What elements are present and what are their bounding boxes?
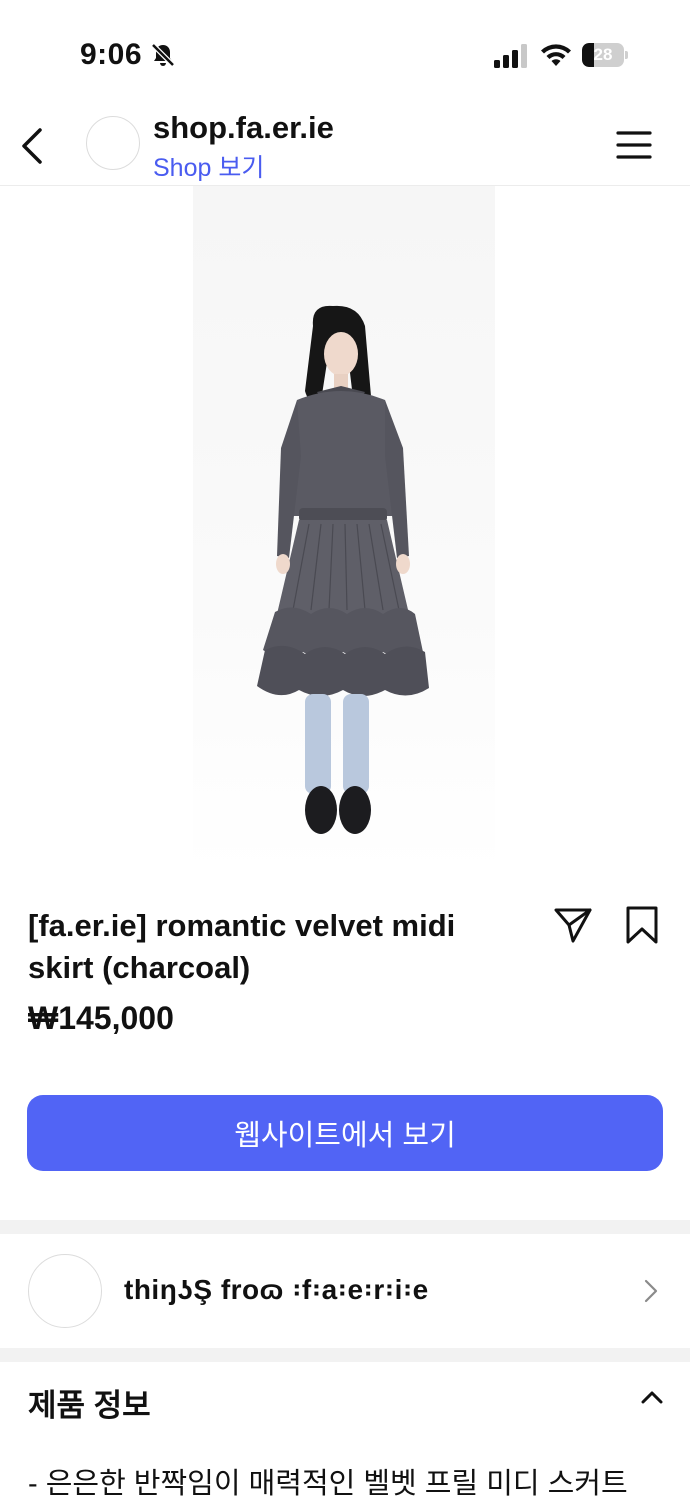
shop-avatar[interactable] [86, 116, 140, 170]
shop-row[interactable]: thiŋʖŞ froɷ ꞉f꞉a꞉e꞉r꞉i꞉e [0, 1234, 690, 1348]
section-divider [0, 1220, 690, 1234]
product-info-description: - 은은한 반짝임이 매력적인 벨벳 프릴 미디 스커트 [28, 1468, 628, 1500]
status-time: 9:06 [80, 38, 143, 71]
chevron-up-icon[interactable] [640, 1388, 664, 1406]
view-on-website-button[interactable]: 웹사이트에서 보기 [27, 1095, 663, 1171]
shop-header: shop.fa.er.ie Shop 보기 [0, 100, 690, 186]
battery-icon: 28 [582, 43, 628, 67]
chevron-right-icon[interactable] [642, 1278, 660, 1304]
back-icon[interactable] [18, 126, 46, 166]
model-figure-illustration [257, 305, 429, 834]
shop-row-name[interactable]: thiŋʖŞ froɷ ꞉f꞉a꞉e꞉r꞉i꞉e [124, 1274, 429, 1306]
product-info-title[interactable]: 제품 정보 [28, 1380, 151, 1425]
share-icon[interactable] [553, 905, 593, 945]
bookmark-icon[interactable] [624, 905, 660, 945]
wifi-icon [541, 44, 571, 66]
view-shop-link[interactable]: Shop 보기 [153, 148, 264, 184]
product-price: ₩145,000 [28, 1000, 174, 1036]
bell-off-icon [151, 43, 175, 67]
menu-icon[interactable] [616, 130, 652, 160]
shop-name[interactable]: shop.fa.er.ie [153, 110, 334, 146]
product-image[interactable] [193, 186, 495, 874]
status-bar: 9:06 28 [0, 0, 690, 100]
signal-icon [494, 44, 527, 68]
battery-level: 28 [593, 45, 613, 64]
shop-row-avatar[interactable] [28, 1254, 102, 1328]
section-divider [0, 1348, 690, 1362]
product-title: [fa.er.ie] romantic velvet midi skirt (c… [28, 908, 456, 985]
